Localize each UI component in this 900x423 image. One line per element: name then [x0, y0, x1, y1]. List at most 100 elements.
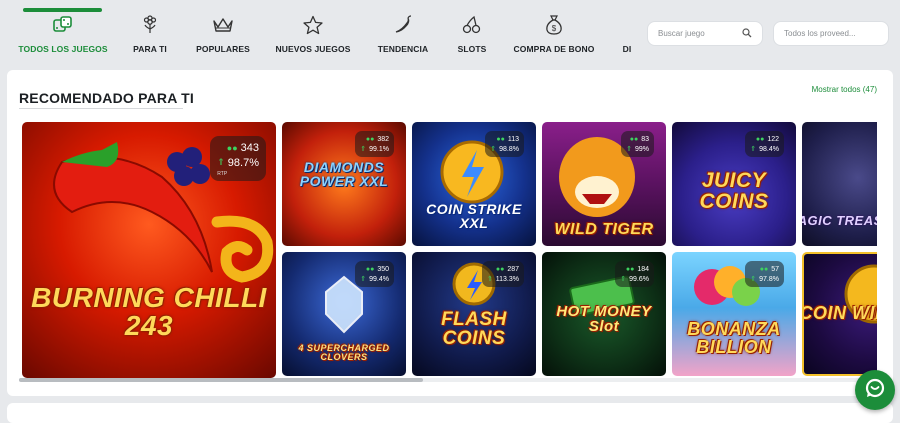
nav-new-games[interactable]: NUEVOS JUEGOS: [276, 14, 350, 64]
nav-for-you[interactable]: PARA TI: [128, 14, 172, 64]
players-icon: ●●: [755, 135, 765, 143]
nav-all-games[interactable]: TODOS LOS JUEGOS: [18, 14, 108, 64]
game-title: BURNING CHILLI 243: [31, 282, 267, 341]
nav-slots[interactable]: SLOTS: [455, 14, 489, 64]
show-all-link[interactable]: Mostrar todos (47): [812, 85, 877, 94]
game-stats: ●● 350 ⇑ 99.4%: [355, 261, 394, 287]
rtp-value: 99.6%: [629, 275, 649, 283]
search-game-box[interactable]: [647, 21, 763, 46]
game-tile[interactable]: WILD TIGER ●● 83 ⇑ 99%: [542, 122, 666, 246]
star-icon: [300, 14, 326, 36]
game-title: COIN WIN: [802, 303, 877, 323]
game-tile[interactable]: HOT MONEY Slot ●● 184 ⇑ 99.6%: [542, 252, 666, 376]
game-title: MAGIC TREASURE: [802, 213, 877, 228]
nav-label: PARA TI: [133, 44, 167, 54]
game-title: DIAMONDS POWER XXL: [299, 159, 389, 189]
game-tile[interactable]: 4 SUPERCHARGED CLOVERS ●● 350 ⇑ 99.4%: [282, 252, 406, 376]
cherry-icon: [459, 14, 485, 36]
game-tile[interactable]: BURNING CHILLI 243 ●● 343 ⇑ 98.7% RTP: [22, 122, 276, 378]
game-stats: ●● 343 ⇑ 98.7% RTP: [210, 136, 266, 181]
players-count: 83: [641, 135, 649, 143]
game-title: JUICY COINS: [699, 169, 769, 213]
nav-label: SLOTS: [457, 44, 487, 54]
game-stats: ●● 382 ⇑ 99.1%: [355, 131, 394, 157]
players-icon: ●●: [365, 135, 375, 143]
nav-trending[interactable]: TENDENCIA: [376, 14, 430, 64]
game-tile[interactable]: COIN WIN: [802, 252, 877, 376]
rtp-value: 99%: [634, 145, 649, 153]
game-tile[interactable]: DIAMONDS POWER XXL ●● 382 ⇑ 99.1%: [282, 122, 406, 246]
recommended-panel: RECOMENDADO PARA TI Mostrar todos (47) B…: [7, 70, 893, 396]
game-stats: ●● 83 ⇑ 99%: [621, 131, 654, 157]
flower-icon: [137, 14, 163, 36]
nav-label: TODOS LOS JUEGOS: [18, 44, 108, 54]
rtp-value: 99.4%: [369, 275, 389, 283]
players-icon: ●●: [365, 265, 375, 273]
players-icon: ●●: [629, 135, 639, 143]
horizontal-scrollbar[interactable]: [19, 378, 874, 382]
search-game-input[interactable]: [658, 29, 742, 38]
hidden-icon: [620, 14, 634, 36]
game-title: 4 SUPERCHARGED CLOVERS: [298, 343, 390, 362]
rtp-icon: ⇑: [360, 276, 367, 283]
game-title: WILD TIGER: [554, 221, 654, 238]
game-tile[interactable]: MAGIC TREASURE: [802, 122, 877, 246]
players-count: 122: [767, 135, 779, 143]
game-tile[interactable]: JUICY COINS ●● 122 ⇑ 98.4%: [672, 122, 796, 246]
players-count: 113: [507, 135, 519, 143]
chat-icon: [864, 377, 886, 404]
rtp-value: 99.1%: [369, 145, 389, 153]
game-stats: ●● 57 ⇑ 97.8%: [745, 261, 784, 287]
crown-icon: [210, 14, 236, 36]
rtp-icon: ⇑: [486, 276, 493, 283]
nav-bonus-buy[interactable]: $ COMPRA DE BONO: [514, 14, 594, 64]
provider-filter-input[interactable]: [784, 29, 878, 38]
players-count: 343: [240, 141, 259, 154]
rtp-tag: RTP: [217, 170, 228, 177]
players-count: 382: [377, 135, 389, 143]
show-all-count: (47): [862, 85, 877, 94]
game-title: HOT MONEY Slot: [556, 303, 652, 335]
game-stats: ●● 287 ⇑ 113.3%: [481, 261, 524, 287]
money-bag-icon: $: [541, 14, 567, 36]
rtp-icon: ⇑: [217, 157, 225, 167]
scrollbar-thumb[interactable]: [19, 378, 423, 382]
next-section-panel: [7, 403, 893, 423]
title-divider: [19, 108, 183, 109]
game-stats: ●● 122 ⇑ 98.4%: [745, 131, 784, 157]
rtp-value: 98.7%: [227, 156, 259, 169]
game-title: COIN STRIKE XXL: [426, 201, 522, 231]
game-title: BONANZA BILLION: [687, 319, 781, 357]
chili-icon: [390, 14, 416, 36]
rtp-value: 113.3%: [495, 275, 519, 283]
svg-text:$: $: [552, 24, 557, 33]
nav-popular[interactable]: POPULARES: [195, 14, 251, 64]
game-stats: ●● 113 ⇑ 98.8%: [485, 131, 524, 157]
nav-label: TENDENCIA: [377, 44, 429, 54]
rtp-icon: ⇑: [620, 276, 627, 283]
rtp-icon: ⇑: [360, 146, 367, 153]
game-tile[interactable]: COIN STRIKE XXL ●● 113 ⇑ 98.8%: [412, 122, 536, 246]
rtp-value: 98.4%: [759, 145, 779, 153]
nav-label: COMPRA DE BONO: [513, 44, 595, 54]
provider-filter-box[interactable]: [773, 21, 889, 46]
nav-label: DI: [622, 44, 632, 54]
game-stats: ●● 184 ⇑ 99.6%: [615, 261, 654, 287]
chat-button[interactable]: [855, 370, 895, 410]
search-icon[interactable]: [742, 25, 752, 43]
game-tile[interactable]: BONANZA BILLION ●● 57 ⇑ 97.8%: [672, 252, 796, 376]
players-count: 184: [637, 265, 649, 273]
nav-label: POPULARES: [196, 44, 250, 54]
game-tile[interactable]: FLASH COINS ●● 287 ⇑ 113.3%: [412, 252, 536, 376]
game-title: FLASH COINS: [441, 309, 507, 349]
rtp-icon: ⇑: [626, 146, 632, 153]
nav-overflow-item[interactable]: DI: [620, 14, 634, 64]
show-all-label: Mostrar todos: [811, 85, 861, 94]
rtp-value: 98.8%: [499, 145, 519, 153]
category-nav: TODOS LOS JUEGOS PARA TI POPULARES NUEVO…: [0, 0, 900, 68]
players-count: 287: [507, 265, 519, 273]
nav-label: NUEVOS JUEGOS: [275, 44, 351, 54]
players-icon: ●●: [226, 142, 238, 153]
players-icon: ●●: [759, 265, 769, 273]
players-count: 57: [771, 265, 779, 273]
